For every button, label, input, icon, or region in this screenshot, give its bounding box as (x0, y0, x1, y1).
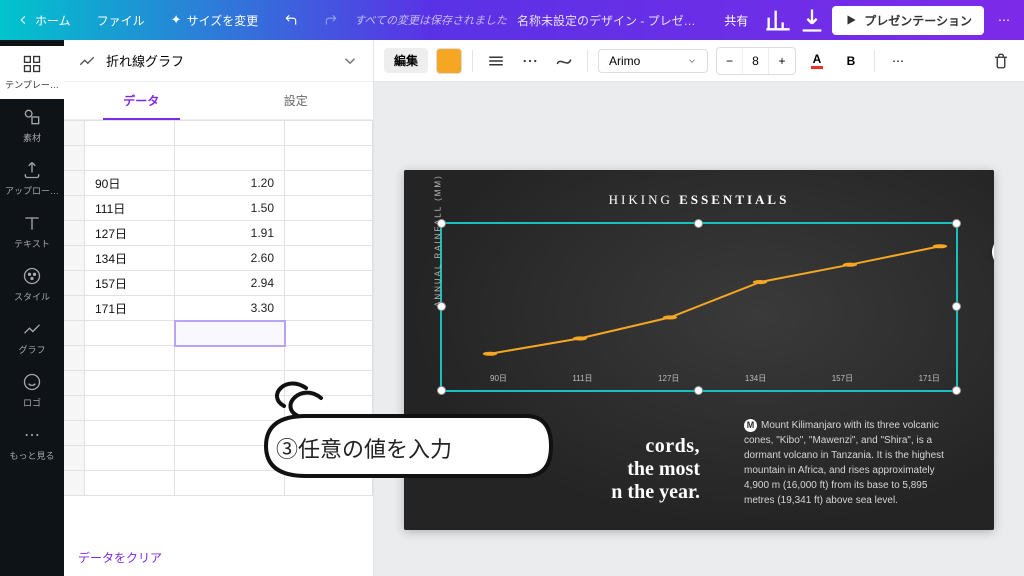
line-weight-icon[interactable] (483, 48, 509, 74)
line-chart-icon (78, 52, 96, 70)
rail-uploads[interactable]: アップロー… (0, 152, 64, 205)
y-axis-label: ANNUAL RAINFALL (MM) (434, 174, 443, 307)
table-row-active (64, 321, 373, 346)
bold-button[interactable]: B (838, 48, 864, 74)
redo-button[interactable] (314, 7, 348, 33)
chevron-down-icon[interactable] (341, 52, 359, 70)
document-title[interactable]: 名称未設定のデザイン - プレゼ… (517, 12, 696, 29)
home-button[interactable]: ホーム (6, 6, 81, 35)
download-icon[interactable] (798, 6, 826, 34)
font-select[interactable]: Arimo (598, 49, 708, 73)
rail-logo[interactable]: ロゴ (0, 364, 64, 417)
slide-description: MMount Kilimanjaro with its three volcan… (744, 418, 958, 508)
tab-settings[interactable]: 設定 (219, 82, 374, 119)
chart-selection[interactable]: ANNUAL RAINFALL (MM) 90日111日127日134日157日… (440, 222, 958, 392)
analytics-icon[interactable] (764, 6, 792, 34)
context-toolbar: 編集 Arimo −8+ A B ⋯ (374, 40, 1024, 82)
more-menu-icon[interactable]: ⋯ (990, 6, 1018, 34)
resize-button[interactable]: ✦サイズを変更 (161, 6, 269, 35)
rotate-handle-icon[interactable] (992, 236, 994, 268)
delete-icon[interactable] (988, 48, 1014, 74)
chart-plot (490, 236, 940, 364)
rail-more[interactable]: ⋯もっと見る (0, 417, 64, 470)
slide-title: HIKING ESSENTIALS (404, 192, 994, 208)
rail-text[interactable]: テキスト (0, 205, 64, 258)
text-color-button[interactable]: A (804, 48, 830, 74)
file-menu[interactable]: ファイル (87, 6, 155, 35)
top-bar: ホーム ファイル ✦サイズを変更 すべての変更は保存されました 名称未設定のデザ… (0, 0, 1024, 40)
edit-chart-button[interactable]: 編集 (384, 48, 428, 73)
rail-elements[interactable]: 素材 (0, 99, 64, 152)
line-style-icon[interactable] (517, 48, 543, 74)
table-row: 90日1.20 (64, 171, 373, 196)
x-axis-ticks: 90日111日127日134日157日171日 (490, 373, 940, 384)
table-row: 157日2.94 (64, 271, 373, 296)
curve-style-icon[interactable] (551, 48, 577, 74)
table-row: 134日2.60 (64, 246, 373, 271)
table-row: 111日1.50 (64, 196, 373, 221)
rail-style[interactable]: スタイル (0, 258, 64, 311)
autosave-status: すべての変更は保存されました (354, 12, 507, 28)
data-panel: 折れ線グラフ データ 設定 90日1.20 111日1.50 127日1.91 … (64, 40, 374, 576)
series-color-chip[interactable] (436, 48, 462, 74)
left-rail: テンプレー… 素材 アップロー… テキスト スタイル グラフ ロゴ ⋯もっと見る (0, 40, 64, 576)
rail-templates[interactable]: テンプレー… (0, 46, 64, 99)
table-row: 171日3.30 (64, 296, 373, 321)
more-options-icon[interactable]: ⋯ (885, 48, 911, 74)
clear-data-link[interactable]: データをクリア (64, 539, 373, 576)
canvas-stage: 編集 Arimo −8+ A B ⋯ HIKING ESSENTIALS ANN… (374, 40, 1024, 576)
present-button[interactable]: プレゼンテーション (832, 6, 984, 35)
panel-title: 折れ線グラフ (106, 51, 331, 70)
share-button[interactable]: 共有 (714, 6, 758, 35)
annotation-bubble: ③任意の値を入力 (236, 376, 556, 486)
table-row: 127日1.91 (64, 221, 373, 246)
rail-graph[interactable]: グラフ (0, 311, 64, 364)
tab-data[interactable]: データ (64, 82, 219, 119)
font-size-stepper[interactable]: −8+ (716, 47, 796, 75)
undo-button[interactable] (274, 7, 308, 33)
